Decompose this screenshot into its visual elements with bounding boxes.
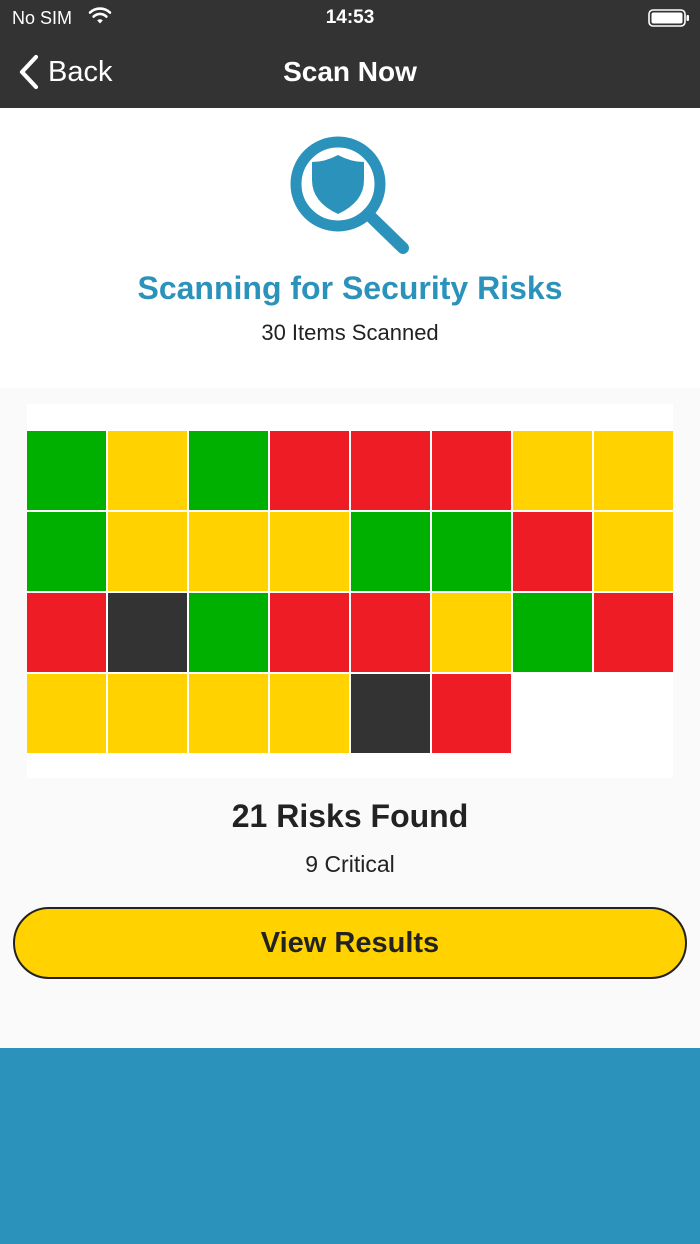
risk-tile-warning	[108, 674, 187, 753]
risk-tile-warning	[270, 674, 349, 753]
risk-tile-unknown	[351, 674, 430, 753]
risk-tile-safe	[351, 512, 430, 591]
risk-tile-unknown	[108, 593, 187, 672]
footer-band	[0, 1048, 700, 1244]
risk-tile-safe	[27, 431, 106, 510]
page-title: Scan Now	[283, 56, 417, 87]
risk-tile-risk	[432, 674, 511, 753]
risk-tile-warning	[513, 431, 592, 510]
risk-tile-warning	[189, 512, 268, 591]
risk-tile-safe	[513, 593, 592, 672]
risk-tile-grid	[27, 431, 673, 755]
navigation-bar: Back Scan Now	[0, 36, 700, 108]
risk-tile-risk	[351, 593, 430, 672]
risk-tile-safe	[27, 512, 106, 591]
risk-tile-risk	[270, 431, 349, 510]
scan-results-grid-panel	[27, 404, 673, 778]
risk-tile-warning	[108, 512, 187, 591]
risk-tile-risk	[27, 593, 106, 672]
battery-icon	[648, 9, 689, 27]
view-results-button[interactable]: View Results	[13, 907, 687, 979]
risk-tile-risk	[351, 431, 430, 510]
risk-tile-warning	[27, 674, 106, 753]
risk-tile-warning	[189, 674, 268, 753]
risk-tile-risk	[432, 431, 511, 510]
risk-tile-warning	[594, 431, 673, 510]
magnifier-shield-icon	[290, 136, 409, 254]
risk-tile-risk	[594, 593, 673, 672]
risk-tile-warning	[108, 431, 187, 510]
risk-tile-risk	[270, 593, 349, 672]
risk-tile-risk	[513, 512, 592, 591]
risk-tile-warning	[432, 593, 511, 672]
scan-title: Scanning for Security Risks	[137, 270, 563, 306]
risks-found-count: 21 Risks Found	[231, 798, 469, 834]
items-scanned-count: 30 Items Scanned	[261, 320, 439, 345]
risk-tile-warning	[270, 512, 349, 591]
risk-tile-safe	[189, 431, 268, 510]
risk-tile-warning	[594, 512, 673, 591]
risk-tile-safe	[189, 593, 268, 672]
critical-count: 9 Critical	[305, 851, 395, 877]
risk-tile-safe	[432, 512, 511, 591]
status-time: 14:53	[325, 7, 375, 28]
scan-header: Scanning for Security Risks 30 Items Sca…	[0, 108, 700, 388]
status-bar: No SIM 14:53	[0, 0, 700, 36]
